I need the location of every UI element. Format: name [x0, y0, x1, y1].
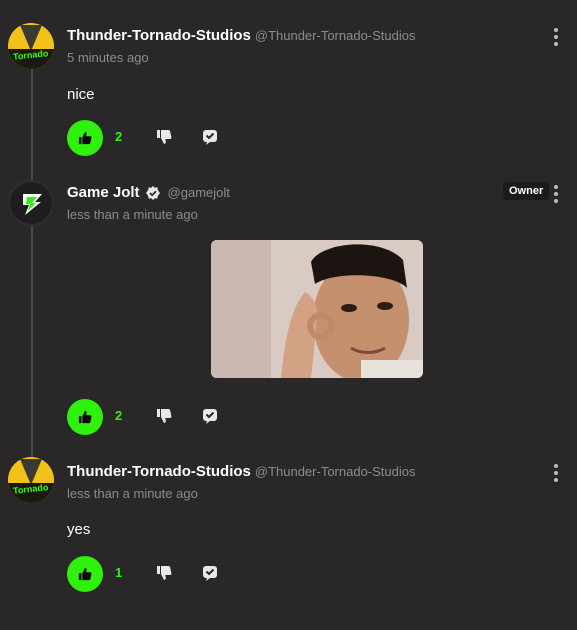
- display-name[interactable]: Thunder-Tornado-Studios: [67, 463, 251, 480]
- owner-badge: Owner: [503, 182, 550, 200]
- like-count[interactable]: 2: [115, 408, 122, 423]
- gamejolt-logo-icon: [23, 194, 42, 215]
- thumbs-down-icon[interactable]: [156, 565, 172, 581]
- more-options-icon[interactable]: [551, 185, 561, 203]
- more-options-icon[interactable]: [551, 28, 561, 46]
- like-count[interactable]: 2: [115, 129, 122, 144]
- avatar[interactable]: Tornado: [8, 23, 54, 69]
- comment-text: nice: [67, 86, 95, 103]
- timestamp[interactable]: less than a minute ago: [67, 207, 198, 222]
- thumbs-down-icon[interactable]: [156, 408, 172, 424]
- reply-icon[interactable]: [202, 129, 218, 145]
- verified-badge-icon: [145, 185, 160, 200]
- comment: Tornado Thunder-Tornado-Studios @Thunder…: [0, 440, 577, 630]
- thumbs-up-icon: [78, 410, 92, 424]
- gif-attachment[interactable]: [211, 240, 423, 378]
- like-count[interactable]: 1: [115, 565, 122, 580]
- timestamp[interactable]: less than a minute ago: [67, 486, 198, 501]
- comment: Tornado Thunder-Tornado-Studios @Thunder…: [0, 0, 577, 170]
- user-handle[interactable]: @Thunder-Tornado-Studios: [255, 464, 416, 479]
- comment-text: yes: [67, 521, 91, 538]
- user-handle[interactable]: @Thunder-Tornado-Studios: [255, 28, 416, 43]
- like-button[interactable]: [67, 120, 103, 156]
- display-name[interactable]: Game Jolt: [67, 184, 140, 201]
- more-options-icon[interactable]: [551, 464, 561, 482]
- display-name[interactable]: Thunder-Tornado-Studios: [67, 27, 251, 44]
- thumbs-up-icon: [78, 567, 92, 581]
- comment-header: Thunder-Tornado-Studios @Thunder-Tornado…: [67, 463, 416, 480]
- reaction-gif-image: [211, 240, 423, 378]
- thumbs-down-icon[interactable]: [156, 129, 172, 145]
- avatar[interactable]: [8, 180, 54, 226]
- like-button[interactable]: [67, 399, 103, 435]
- comment-header: Thunder-Tornado-Studios @Thunder-Tornado…: [67, 27, 416, 44]
- user-handle[interactable]: @gamejolt: [168, 185, 230, 200]
- reply-icon[interactable]: [202, 565, 218, 581]
- thumbs-up-icon: [78, 131, 92, 145]
- avatar[interactable]: Tornado: [8, 457, 54, 503]
- like-button[interactable]: [67, 556, 103, 592]
- comment-header: Game Jolt @gamejolt: [67, 184, 230, 201]
- reply-icon[interactable]: [202, 408, 218, 424]
- timestamp[interactable]: 5 minutes ago: [67, 50, 149, 65]
